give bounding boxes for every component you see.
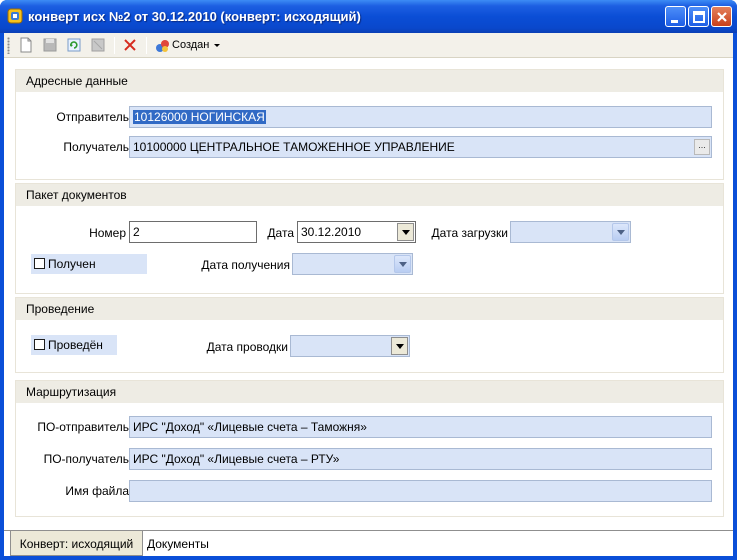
delete-icon <box>124 39 136 51</box>
posted-label: Проведён <box>48 338 103 352</box>
received-checkbox-wrap[interactable]: Получен <box>31 254 147 274</box>
tab-envelope-outgoing[interactable]: Конверт: исходящий <box>10 531 143 556</box>
delete-button[interactable] <box>120 36 140 55</box>
from-software-label: ПО-отправитель <box>37 420 129 434</box>
sender-label: Отправитель <box>56 110 129 124</box>
chevron-down-icon[interactable] <box>612 223 629 241</box>
recipient-lookup-button[interactable]: ... <box>694 139 710 155</box>
close-icon <box>717 12 727 22</box>
routing-group-header: Маршрутизация <box>16 381 723 403</box>
new-button[interactable] <box>16 36 36 55</box>
new-document-icon <box>20 37 32 53</box>
sender-value: 10126000 НОГИНСКАЯ <box>133 110 266 124</box>
status-label: Создан <box>172 39 210 51</box>
to-software-field[interactable]: ИРС "Доход" «Лицевые счета – РТУ» <box>129 448 712 470</box>
number-input[interactable]: 2 <box>129 221 257 243</box>
window-client-area: Создан Адресные данные Отправитель 10126… <box>4 33 733 556</box>
group-title: Пакет документов <box>26 188 127 202</box>
maximize-button[interactable] <box>688 6 709 27</box>
app-icon <box>7 8 23 24</box>
posted-checkbox[interactable] <box>34 339 45 350</box>
save-icon <box>43 38 57 52</box>
posting-group-header: Проведение <box>16 298 723 320</box>
posting-date-label: Дата проводки <box>206 340 288 354</box>
received-date-label: Дата получения <box>201 258 290 272</box>
toolbar: Создан <box>4 33 733 58</box>
toolbar-grip[interactable] <box>7 37 10 54</box>
close-button[interactable] <box>711 6 732 27</box>
to-software-label: ПО-получатель <box>43 452 129 466</box>
toolbar-separator <box>114 37 115 54</box>
group-title: Адресные данные <box>26 74 128 88</box>
status-dropdown-button[interactable]: Создан <box>152 36 222 55</box>
tab-documents[interactable]: Документы <box>143 531 223 556</box>
received-checkbox[interactable] <box>34 258 45 269</box>
date-label: Дата <box>267 226 294 240</box>
recipient-field[interactable]: 10100000 ЦЕНТРАЛЬНОЕ ТАМОЖЕННОЕ УПРАВЛЕН… <box>129 136 712 158</box>
window: конверт исх №2 от 30.12.2010 (конверт: и… <box>0 0 737 560</box>
package-group: Пакет документов Номер 2 Дата 30.12.2010… <box>15 183 724 294</box>
address-group: Адресные данные Отправитель 10126000 НОГ… <box>15 69 724 180</box>
refresh-button[interactable] <box>64 36 84 55</box>
to-software-value: ИРС "Доход" «Лицевые счета – РТУ» <box>133 452 340 466</box>
tab-bar: Конверт: исходящий Документы <box>4 530 733 556</box>
save-button[interactable] <box>40 36 60 55</box>
chevron-down-icon[interactable] <box>394 255 411 273</box>
disabled-tool-button[interactable] <box>88 36 108 55</box>
package-group-header: Пакет документов <box>16 184 723 206</box>
filename-label: Имя файла <box>65 484 129 498</box>
status-icon <box>156 40 169 52</box>
recipient-value: 10100000 ЦЕНТРАЛЬНОЕ ТАМОЖЕННОЕ УПРАВЛЕН… <box>133 140 455 154</box>
disabled-tool-icon <box>91 38 105 52</box>
routing-group: Маршрутизация ПО-отправитель ИРС "Доход"… <box>15 380 724 517</box>
group-title: Проведение <box>26 302 95 316</box>
sender-field[interactable]: 10126000 НОГИНСКАЯ <box>129 106 712 128</box>
refresh-icon <box>67 38 81 52</box>
toolbar-separator <box>146 37 147 54</box>
recipient-label: Получатель <box>63 140 129 154</box>
maximize-icon <box>693 11 705 23</box>
minimize-button[interactable] <box>665 6 686 27</box>
received-date-combo[interactable] <box>292 253 413 275</box>
posting-date-combo[interactable] <box>290 335 410 357</box>
filename-field[interactable] <box>129 480 712 502</box>
address-group-header: Адресные данные <box>16 70 723 92</box>
received-label: Получен <box>48 257 96 271</box>
number-label: Номер <box>89 226 126 240</box>
group-title: Маршрутизация <box>26 385 117 399</box>
title-bar[interactable]: конверт исх №2 от 30.12.2010 (конверт: и… <box>0 0 737 33</box>
load-date-label: Дата загрузки <box>431 226 508 240</box>
minimize-icon <box>671 20 678 23</box>
chevron-down-icon[interactable] <box>391 337 408 355</box>
window-title: конверт исх №2 от 30.12.2010 (конверт: и… <box>28 9 361 24</box>
from-software-value: ИРС "Доход" «Лицевые счета – Таможня» <box>133 420 367 434</box>
posting-group: Проведение Проведён Дата проводки <box>15 297 724 373</box>
load-date-combo[interactable] <box>510 221 631 243</box>
posted-checkbox-wrap[interactable]: Проведён <box>31 335 117 355</box>
chevron-down-icon <box>214 44 220 47</box>
from-software-field[interactable]: ИРС "Доход" «Лицевые счета – Таможня» <box>129 416 712 438</box>
date-combo[interactable]: 30.12.2010 <box>297 221 416 243</box>
chevron-down-icon[interactable] <box>397 223 414 241</box>
date-value: 30.12.2010 <box>301 225 362 239</box>
